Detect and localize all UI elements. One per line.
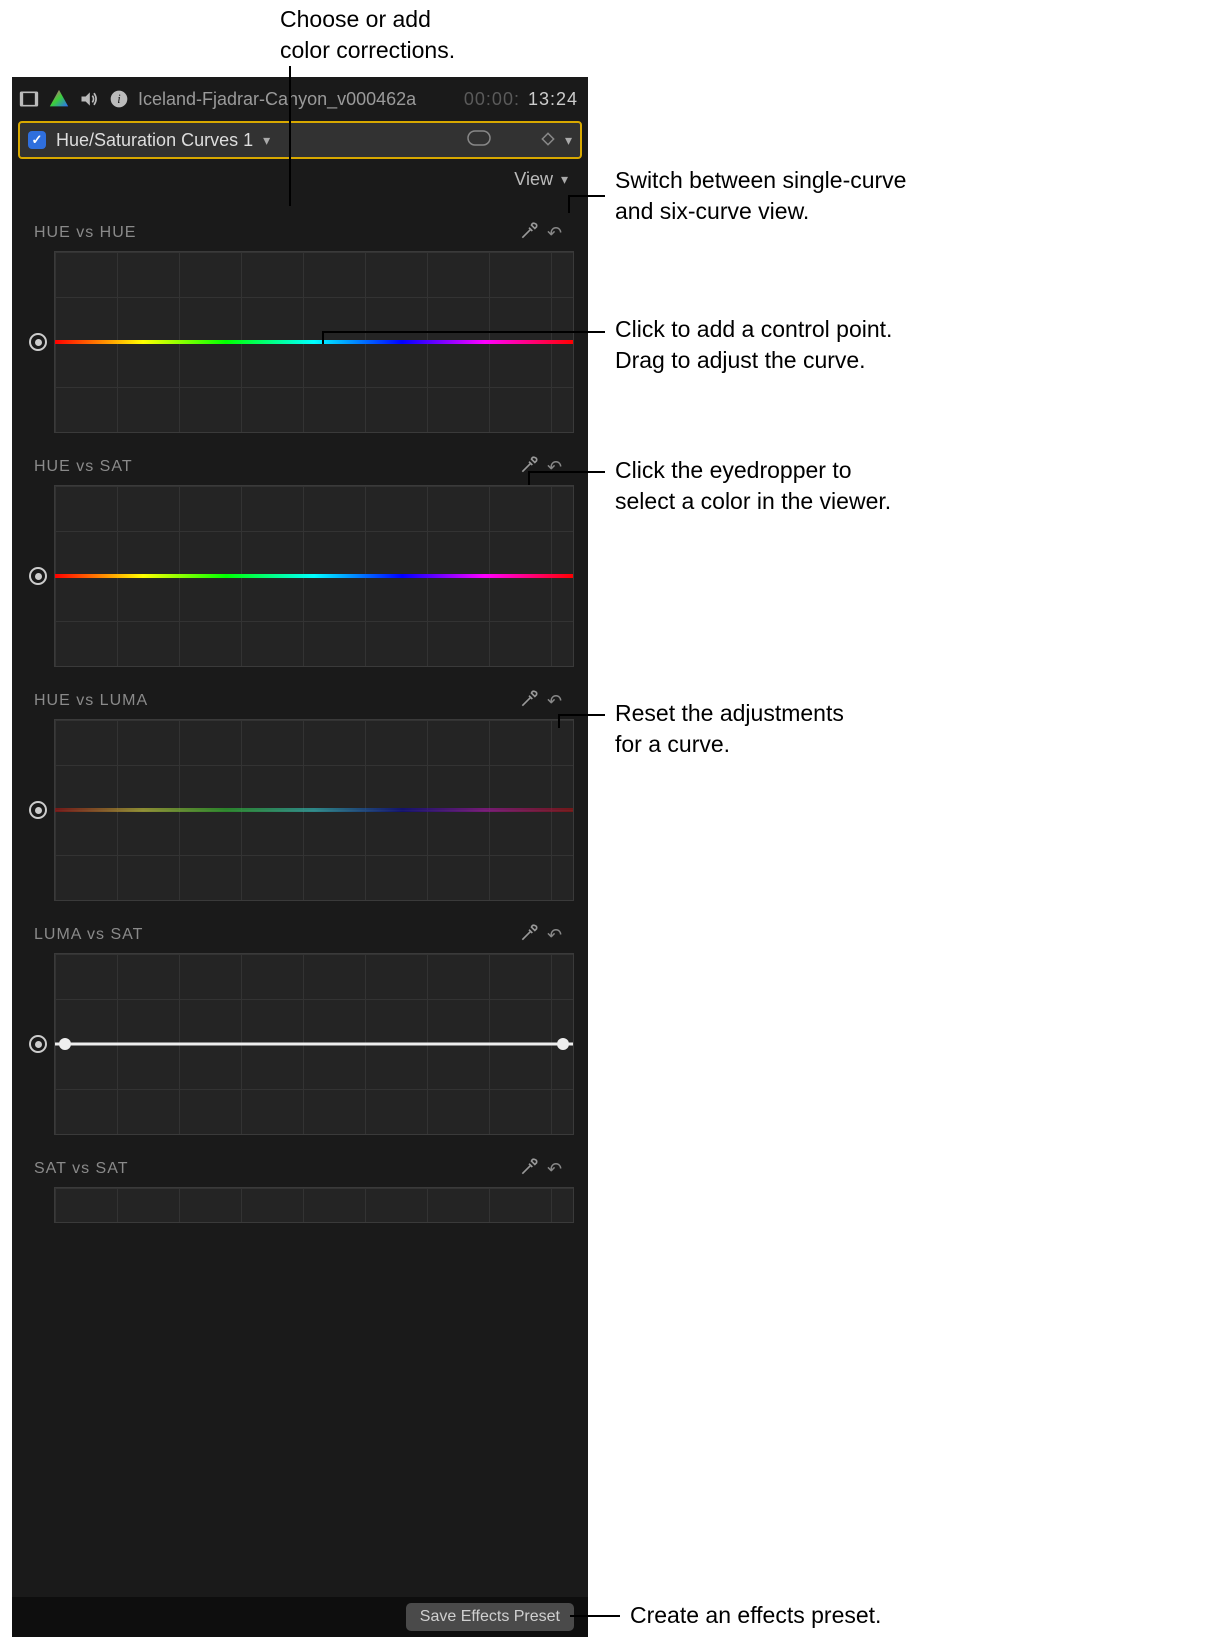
annotation-choose-corrections: Choose or add color corrections.	[280, 4, 455, 66]
annotation-leader	[322, 331, 324, 344]
view-chevron-icon[interactable]: ▾	[561, 171, 568, 188]
reset-arrow-icon[interactable]: ↶	[542, 457, 568, 478]
clip-name: Iceland-Fjadrar-Canyon_v000462a	[138, 89, 456, 110]
curve-canvas[interactable]	[54, 485, 574, 667]
keyframe-diamond-icon[interactable]	[541, 130, 555, 151]
annotation-leader	[568, 195, 570, 213]
curve-title: HUE vs SAT	[34, 458, 516, 476]
curve-line[interactable]	[55, 340, 573, 344]
curve-canvas[interactable]	[54, 251, 574, 433]
curves-area: HUE vs HUE ↶ HUE vs SAT ↶	[12, 221, 588, 1223]
eyedropper-icon[interactable]	[516, 221, 542, 246]
curve-block-sat-vs-sat: SAT vs SAT ↶	[26, 1157, 574, 1223]
curve-canvas[interactable]	[54, 953, 574, 1135]
curve-title: LUMA vs SAT	[34, 926, 516, 944]
timecode: 13:24	[528, 89, 578, 110]
eyedropper-icon[interactable]	[516, 1157, 542, 1182]
inspector-footer: Save Effects Preset	[12, 1597, 588, 1637]
curve-canvas[interactable]	[54, 719, 574, 901]
curve-title: HUE vs LUMA	[34, 692, 516, 710]
timecode-prefix: 00:00:	[464, 89, 520, 110]
annotation-eyedropper: Click the eyedropper to select a color i…	[615, 455, 891, 517]
info-icon[interactable]: i	[108, 88, 130, 110]
annotation-preset: Create an effects preset.	[630, 1600, 881, 1631]
annotation-reset: Reset the adjustments for a curve.	[615, 698, 844, 760]
chevron-down-icon[interactable]: ▾	[263, 132, 270, 149]
curve-line[interactable]	[55, 1043, 573, 1046]
curve-block-hue-vs-sat: HUE vs SAT ↶	[26, 455, 574, 667]
curve-drag-handle[interactable]	[29, 1035, 47, 1053]
reset-arrow-icon[interactable]: ↶	[542, 691, 568, 712]
svg-text:i: i	[117, 92, 121, 106]
annotation-view: Switch between single-curve and six-curv…	[615, 165, 906, 227]
enable-checkbox[interactable]: ✓	[28, 131, 46, 149]
keyframe-chevron-icon[interactable]: ▾	[565, 132, 572, 149]
curve-line[interactable]	[55, 808, 573, 812]
reset-arrow-icon[interactable]: ↶	[542, 223, 568, 244]
volume-icon[interactable]	[78, 88, 100, 110]
eyedropper-icon[interactable]	[516, 689, 542, 714]
annotation-leader	[570, 1615, 620, 1617]
curve-block-hue-vs-luma: HUE vs LUMA ↶	[26, 689, 574, 901]
eyedropper-icon[interactable]	[516, 923, 542, 948]
curve-drag-handle[interactable]	[29, 333, 47, 351]
curve-drag-handle[interactable]	[29, 801, 47, 819]
reset-arrow-icon[interactable]: ↶	[542, 1159, 568, 1180]
curve-drag-handle[interactable]	[29, 567, 47, 585]
reset-arrow-icon[interactable]: ↶	[542, 925, 568, 946]
curve-canvas[interactable]	[54, 1187, 574, 1223]
mask-icon[interactable]	[467, 130, 491, 151]
curve-endpoint-left[interactable]	[59, 1038, 71, 1050]
annotation-leader	[558, 714, 560, 728]
color-icon[interactable]	[48, 88, 70, 110]
annotation-leader	[558, 714, 605, 716]
curve-line[interactable]	[55, 574, 573, 578]
annotation-curve: Click to add a control point. Drag to ad…	[615, 314, 892, 376]
view-menu-row: View ▾	[12, 159, 588, 199]
save-effects-preset-button[interactable]: Save Effects Preset	[406, 1603, 574, 1631]
correction-selector-row: ✓ Hue/Saturation Curves 1 ▾ ▾	[18, 121, 582, 159]
curve-block-luma-vs-sat: LUMA vs SAT ↶	[26, 923, 574, 1135]
film-icon[interactable]	[18, 88, 40, 110]
annotation-leader	[528, 471, 530, 485]
view-menu-label[interactable]: View	[514, 169, 553, 190]
annotation-leader	[528, 471, 605, 473]
curve-endpoint-right[interactable]	[557, 1038, 569, 1050]
color-inspector-panel: i Iceland-Fjadrar-Canyon_v000462a 00:00:…	[12, 77, 588, 1637]
curve-title: HUE vs HUE	[34, 224, 516, 242]
annotation-leader	[289, 66, 291, 206]
annotation-leader	[568, 195, 605, 197]
curve-title: SAT vs SAT	[34, 1160, 516, 1178]
annotation-leader	[322, 331, 605, 333]
curve-block-hue-vs-hue: HUE vs HUE ↶	[26, 221, 574, 433]
correction-name[interactable]: Hue/Saturation Curves 1	[56, 130, 253, 151]
inspector-top-bar: i Iceland-Fjadrar-Canyon_v000462a 00:00:…	[12, 77, 588, 121]
